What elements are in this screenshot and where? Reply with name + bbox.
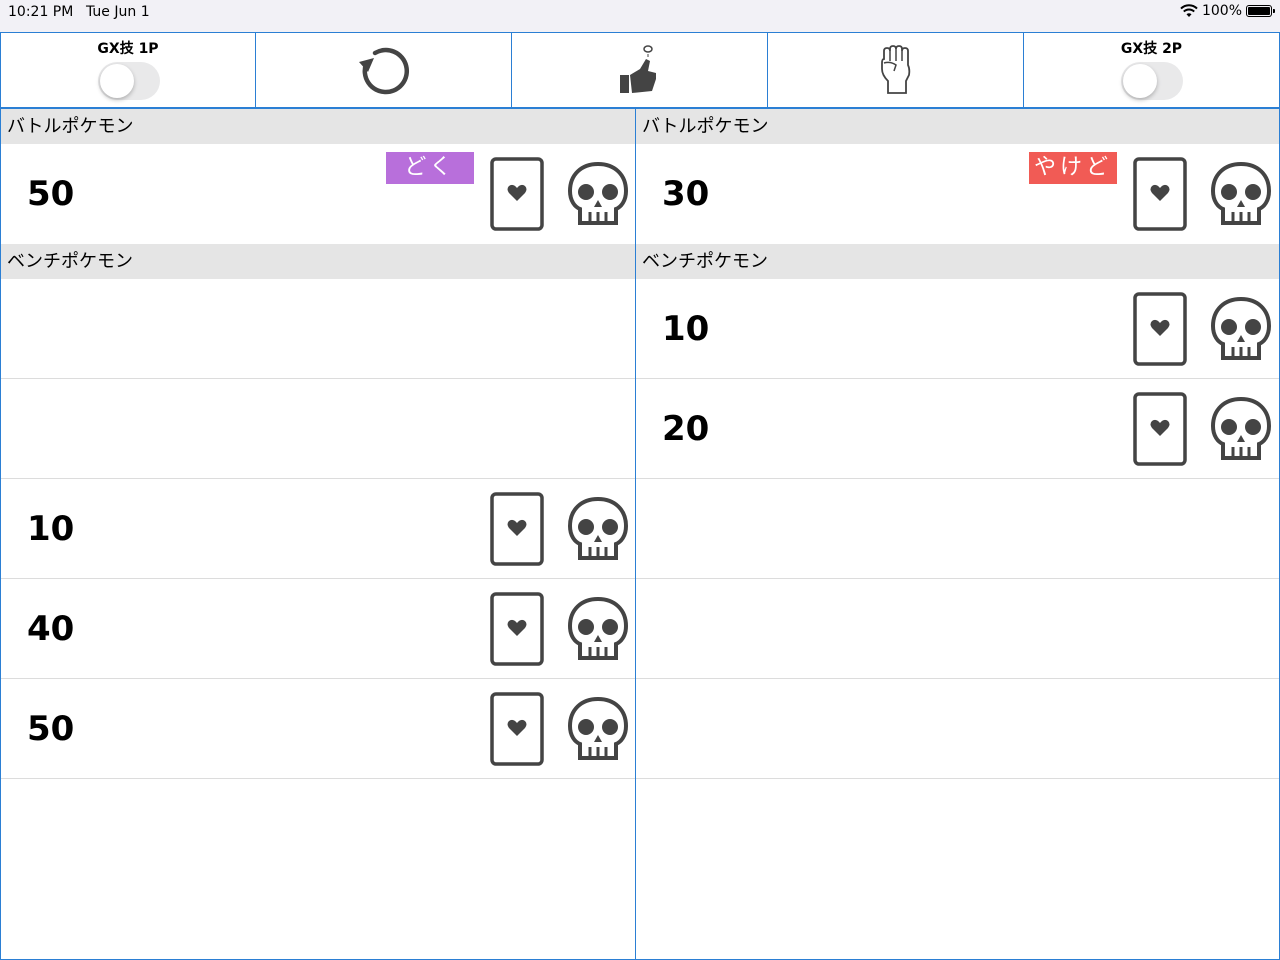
bench-pokemon-row[interactable]: 50 — [1, 679, 635, 779]
bench-header: ベンチポケモン — [1, 244, 635, 279]
bench-slot-empty[interactable] — [636, 479, 1279, 579]
bench-slot-empty[interactable] — [636, 679, 1279, 779]
gx-1p-toggle[interactable] — [98, 62, 160, 100]
coin-flip-button[interactable] — [511, 32, 768, 108]
gx-2p-toggle[interactable] — [1121, 62, 1183, 100]
status-badge[interactable]: やけど — [1029, 152, 1117, 184]
gx-1p-cell: GX技 1P — [0, 32, 256, 108]
player2-panel: バトルポケモン 30 やけど ベンチポケモン 10 20 — [635, 108, 1280, 960]
battle-pokemon-row[interactable]: 50 どく — [1, 144, 635, 244]
battle-header: バトルポケモン — [636, 109, 1279, 144]
card-heart-icon[interactable] — [490, 157, 544, 231]
hp-value: 40 — [27, 609, 75, 649]
battery-icon — [1246, 5, 1275, 17]
skull-icon[interactable] — [567, 161, 629, 227]
status-bar: 10:21 PM Tue Jun 1 100% — [0, 0, 1280, 32]
bench-pokemon-row[interactable]: 10 — [636, 279, 1279, 379]
bench-slot-empty[interactable] — [636, 579, 1279, 679]
wifi-icon — [1180, 4, 1198, 17]
gx-1p-label: GX技 1P — [97, 41, 159, 57]
fist-button[interactable] — [767, 32, 1024, 108]
bench-pokemon-row[interactable]: 10 — [1, 479, 635, 579]
hp-value: 10 — [662, 309, 710, 349]
skull-icon[interactable] — [1210, 396, 1272, 462]
hp-value: 10 — [27, 509, 75, 549]
skull-icon[interactable] — [567, 696, 629, 762]
gx-2p-cell: GX技 2P — [1023, 32, 1280, 108]
hp-value: 30 — [662, 174, 710, 214]
battle-pokemon-row[interactable]: 30 やけど — [636, 144, 1279, 244]
fist-icon — [880, 45, 910, 94]
hp-value: 50 — [27, 709, 75, 749]
coin-flip-icon — [619, 45, 656, 93]
hp-value: 20 — [662, 409, 710, 449]
card-heart-icon[interactable] — [490, 692, 544, 766]
hp-value: 50 — [27, 174, 75, 214]
battle-header: バトルポケモン — [1, 109, 635, 144]
bench-header: ベンチポケモン — [636, 244, 1279, 279]
card-heart-icon[interactable] — [490, 592, 544, 666]
bench-slot-empty[interactable] — [1, 379, 635, 479]
skull-icon[interactable] — [567, 496, 629, 562]
card-heart-icon[interactable] — [1133, 157, 1187, 231]
bench-slot-empty[interactable] — [1, 279, 635, 379]
card-heart-icon[interactable] — [1133, 392, 1187, 466]
status-date: Tue Jun 1 — [86, 4, 150, 20]
reset-button[interactable] — [255, 32, 512, 108]
skull-icon[interactable] — [1210, 296, 1272, 362]
status-badge[interactable]: どく — [386, 152, 474, 184]
gx-2p-label: GX技 2P — [1120, 41, 1183, 57]
bench-pokemon-row[interactable]: 40 — [1, 579, 635, 679]
bench-pokemon-row[interactable]: 20 — [636, 379, 1279, 479]
player1-panel: バトルポケモン 50 どく ベンチポケモン 10 40 50 — [0, 108, 636, 960]
card-heart-icon[interactable] — [490, 492, 544, 566]
skull-icon[interactable] — [567, 596, 629, 662]
card-heart-icon[interactable] — [1133, 292, 1187, 366]
toolbar: GX技 1P GX技 2P — [0, 32, 1280, 108]
reset-icon — [358, 47, 409, 95]
status-time: 10:21 PM — [8, 4, 74, 20]
skull-icon[interactable] — [1210, 161, 1272, 227]
battery-percent: 100% — [1201, 3, 1242, 19]
